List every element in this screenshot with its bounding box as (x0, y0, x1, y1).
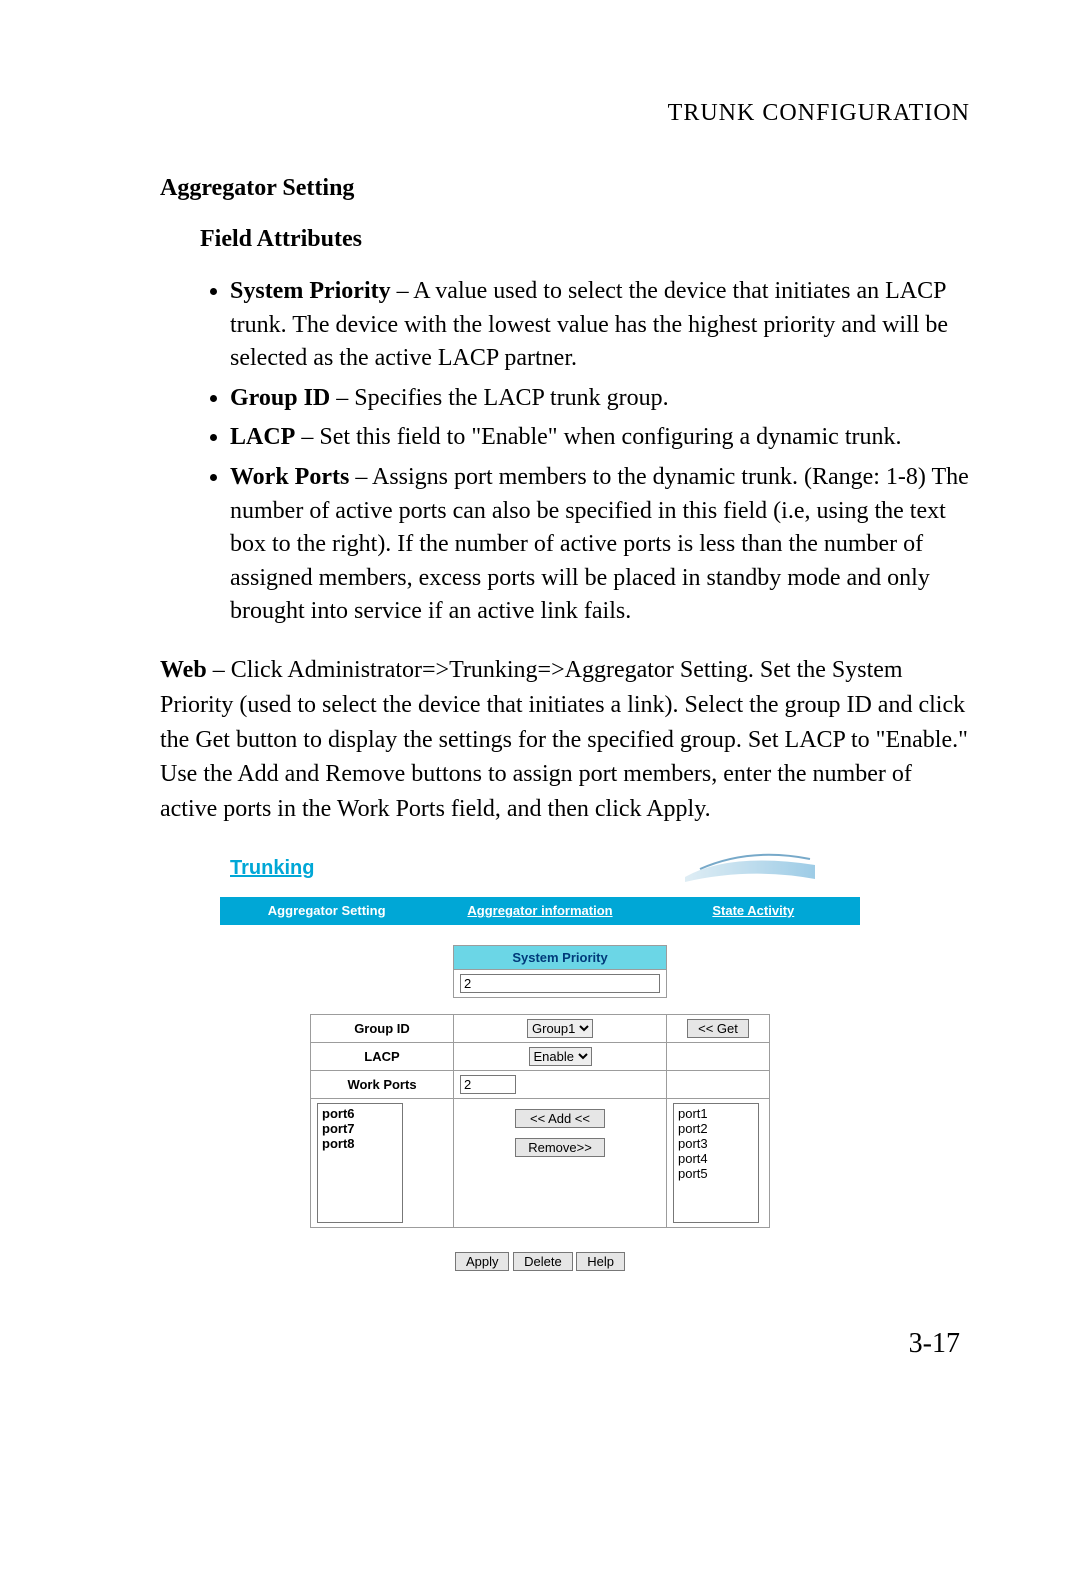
apply-button[interactable]: Apply (455, 1252, 510, 1271)
remove-button[interactable]: Remove>> (515, 1138, 605, 1157)
port-item[interactable]: port3 (678, 1136, 754, 1151)
config-area: System Priority Group ID Group1 (220, 945, 860, 1271)
list-item: LACP – Set this field to "Enable" when c… (230, 421, 970, 455)
list-item: Group ID – Specifies the LACP trunk grou… (230, 382, 970, 416)
field-attributes-list: System Priority – A value used to select… (200, 275, 970, 629)
selected-ports-list[interactable]: port1 port2 port3 port4 port5 (673, 1103, 759, 1223)
add-button[interactable]: << Add << (515, 1109, 605, 1128)
section-heading: Aggregator Setting (160, 175, 970, 202)
system-priority-header: System Priority (454, 945, 667, 969)
banner: Trunking (220, 847, 860, 891)
web-rest: – Click Administrator=>Trunking=>Aggrega… (160, 657, 968, 822)
field-attributes-heading: Field Attributes (200, 226, 970, 253)
tab-aggregator-information[interactable]: Aggregator information (433, 903, 646, 918)
port-item[interactable]: port6 (322, 1106, 398, 1121)
web-lead: Web (160, 657, 207, 683)
group-id-label: Group ID (311, 1014, 454, 1042)
term-group-id: Group ID (230, 385, 330, 411)
work-ports-label: Work Ports (311, 1070, 454, 1098)
web-paragraph: Web – Click Administrator=>Trunking=>Agg… (160, 653, 970, 827)
banner-title: Trunking (220, 847, 314, 880)
group-id-select[interactable]: Group1 (527, 1019, 593, 1038)
work-ports-input[interactable] (460, 1075, 516, 1094)
term-work-ports: Work Ports (230, 464, 349, 490)
action-button-row: Apply Delete Help (220, 1252, 860, 1271)
page-number: 3-17 (909, 1328, 960, 1360)
term-system-priority: System Priority (230, 278, 391, 304)
port-item[interactable]: port5 (678, 1166, 754, 1181)
running-header: TRUNK CONFIGURATION (160, 100, 970, 127)
config-table: System Priority Group ID Group1 (310, 945, 770, 1228)
desc: – Set this field to "Enable" when config… (295, 424, 901, 450)
port-item[interactable]: port1 (678, 1106, 754, 1121)
system-priority-input[interactable] (460, 974, 660, 993)
available-ports-list[interactable]: port6 port7 port8 (317, 1103, 403, 1223)
port-item[interactable]: port7 (322, 1121, 398, 1136)
port-item[interactable]: port4 (678, 1151, 754, 1166)
desc: – Specifies the LACP trunk group. (330, 385, 668, 411)
lacp-select[interactable]: Enable (529, 1047, 592, 1066)
list-item: System Priority – A value used to select… (230, 275, 970, 376)
help-button[interactable]: Help (576, 1252, 625, 1271)
lacp-label: LACP (311, 1042, 454, 1070)
get-button[interactable]: << Get (687, 1019, 749, 1038)
port-item[interactable]: port2 (678, 1121, 754, 1136)
list-item: Work Ports – Assigns port members to the… (230, 461, 970, 629)
term-lacp: LACP (230, 424, 295, 450)
tab-bar: Aggregator Setting Aggregator informatio… (220, 897, 860, 925)
banner-graphic (680, 847, 820, 887)
port-item[interactable]: port8 (322, 1136, 398, 1151)
embedded-screenshot: Trunking Aggregator Setting Aggregator i… (220, 847, 860, 1271)
page: TRUNK CONFIGURATION Aggregator Setting F… (0, 0, 1080, 1570)
delete-button[interactable]: Delete (513, 1252, 573, 1271)
tab-state-activity[interactable]: State Activity (647, 903, 860, 918)
tab-aggregator-setting[interactable]: Aggregator Setting (220, 903, 433, 918)
